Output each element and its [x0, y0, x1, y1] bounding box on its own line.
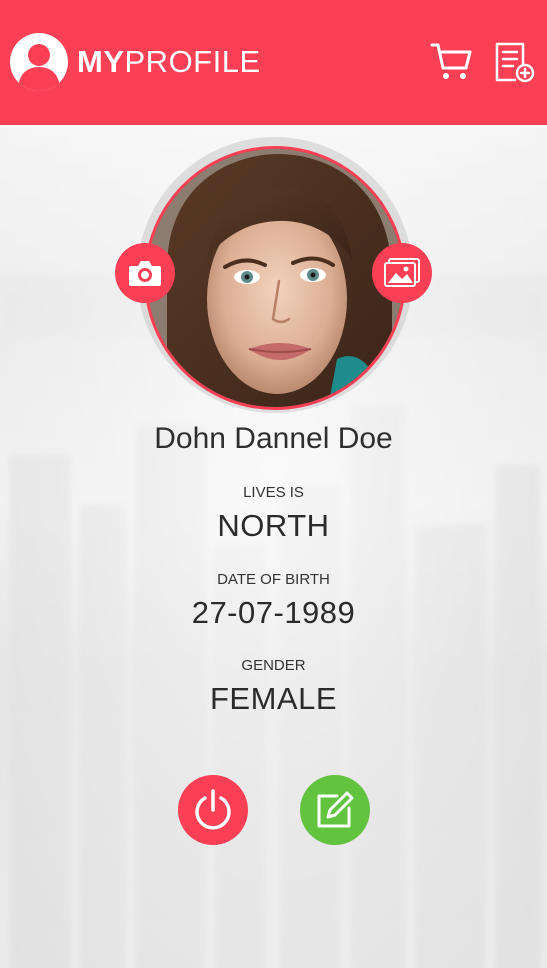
lives-label: LIVES IS: [243, 484, 304, 501]
profile-photo: [144, 146, 406, 410]
logout-button[interactable]: [178, 775, 248, 845]
app-title: MYPROFILE: [77, 44, 261, 80]
gender-label: GENDER: [241, 657, 306, 674]
edit-profile-button[interactable]: [300, 775, 370, 845]
profile-name: Dohn Dannel Doe: [154, 422, 393, 455]
app-title-bold: MY: [77, 44, 125, 79]
list-add-icon[interactable]: [493, 40, 537, 84]
lives-value: NORTH: [217, 508, 330, 543]
camera-button[interactable]: [115, 243, 175, 303]
gallery-button[interactable]: [372, 243, 432, 303]
user-avatar-icon: [10, 33, 68, 91]
app-header: MYPROFILE: [0, 0, 547, 125]
dob-label: DATE OF BIRTH: [217, 571, 330, 588]
dob-value: 27-07-1989: [191, 595, 356, 630]
app-title-light: PROFILE: [124, 44, 261, 79]
gender-value: FEMALE: [209, 681, 338, 716]
edit-icon: [317, 791, 354, 828]
camera-icon: [129, 261, 161, 286]
shopping-cart-icon[interactable]: [430, 40, 474, 84]
image-gallery-icon: [384, 258, 420, 287]
power-icon: [195, 789, 231, 830]
